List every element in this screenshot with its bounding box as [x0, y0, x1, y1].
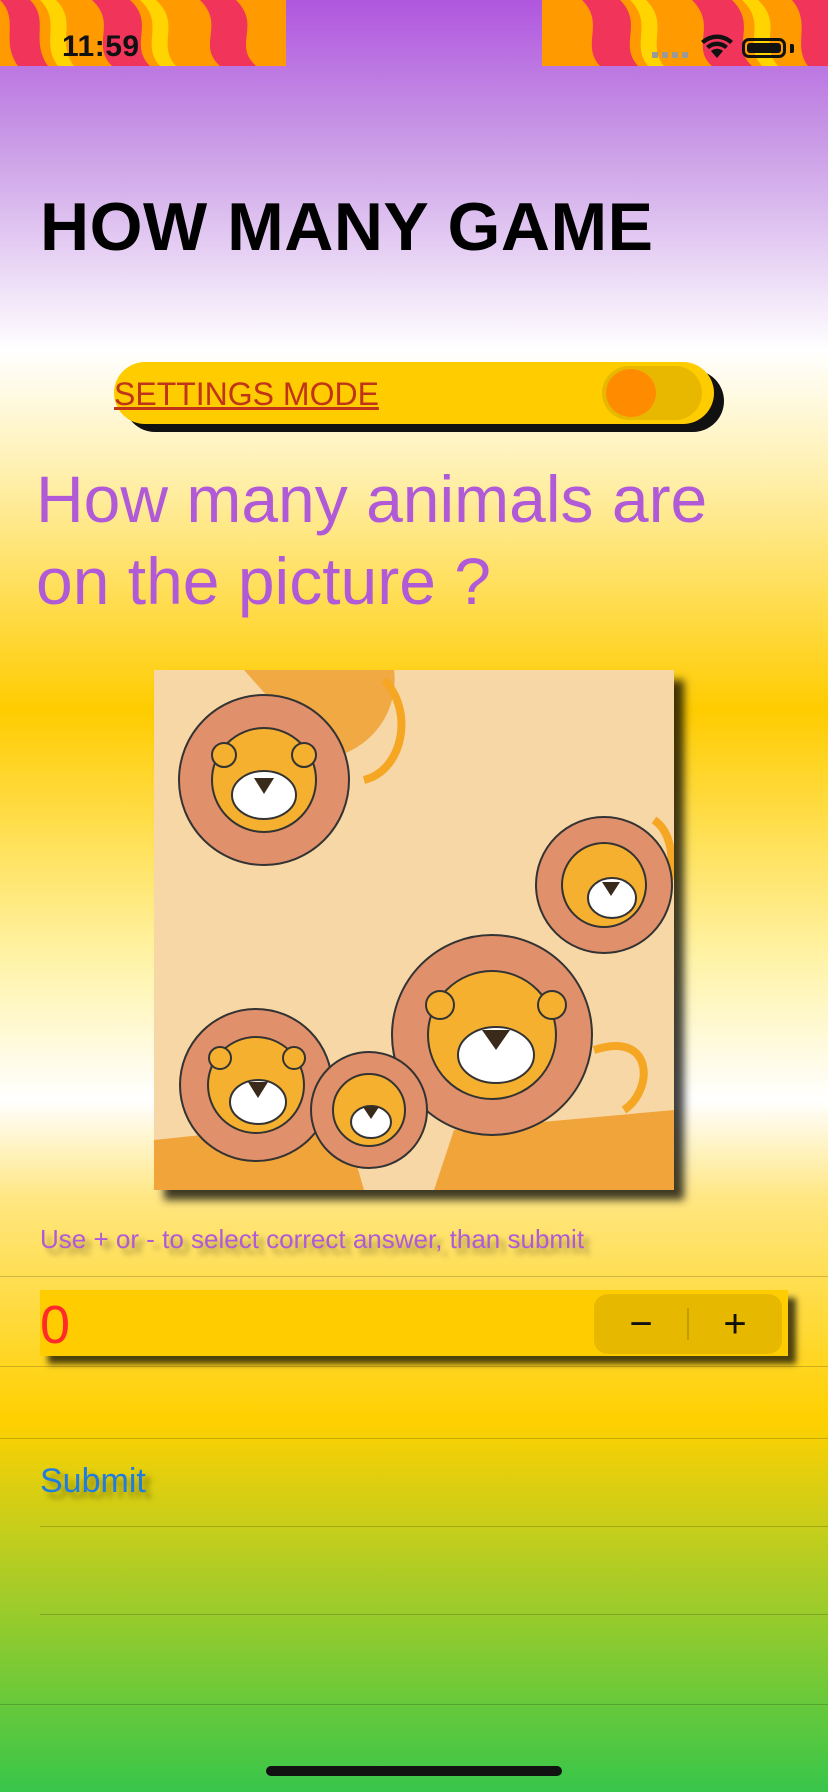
status-time: 11:59	[62, 30, 140, 63]
settings-mode-label[interactable]: SETTINGS MODE	[114, 376, 379, 413]
answer-value: 0	[40, 1295, 71, 1355]
question-text: How many animals are on the picture ?	[36, 462, 708, 618]
instructions-text: Use + or - to select correct answer, tha…	[40, 1224, 585, 1254]
status-bar-left-art	[0, 0, 286, 66]
answer-row: 0 − +	[40, 1290, 788, 1356]
divider	[40, 1526, 828, 1527]
settings-mode-toggle[interactable]: SETTINGS MODE	[114, 362, 714, 424]
submit-button[interactable]: Submit	[40, 1462, 146, 1501]
divider	[0, 1438, 828, 1439]
divider	[0, 1366, 828, 1367]
battery-tip	[790, 44, 794, 53]
increment-button[interactable]: +	[688, 1294, 782, 1354]
divider	[0, 1704, 828, 1705]
decrement-button[interactable]: −	[594, 1294, 688, 1354]
divider	[0, 1276, 828, 1277]
toggle-knob	[606, 369, 656, 417]
animals-picture	[154, 670, 674, 1190]
home-indicator[interactable]	[266, 1766, 562, 1776]
page-title: HOW MANY GAME	[40, 189, 654, 265]
wifi-icon	[701, 34, 733, 58]
toggle-switch[interactable]	[602, 366, 702, 420]
cellular-signal-icon	[652, 52, 688, 58]
divider	[40, 1614, 828, 1615]
battery-icon	[742, 38, 786, 58]
quantity-stepper[interactable]: − +	[594, 1294, 782, 1354]
